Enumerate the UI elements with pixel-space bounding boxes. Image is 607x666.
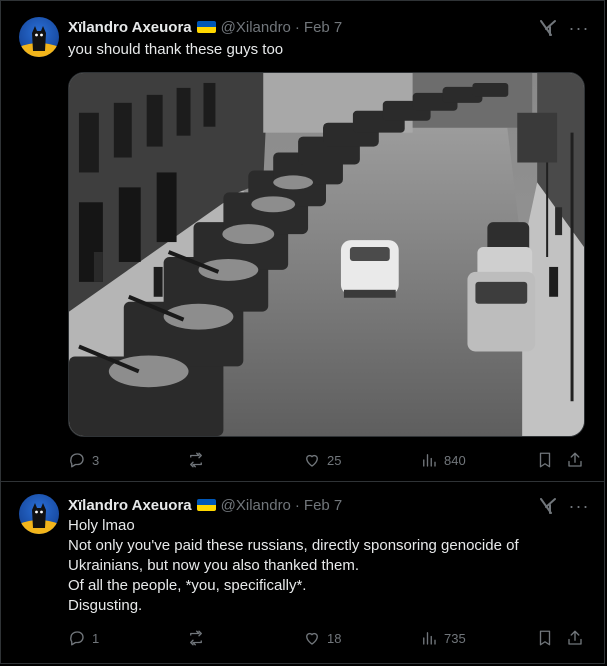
like-count: 18	[327, 630, 342, 646]
reply-icon	[70, 453, 84, 468]
tweet-text-line: Disgusting.	[68, 597, 143, 614]
views-icon	[423, 632, 436, 645]
like-icon	[306, 632, 318, 645]
tweet-header: Xïlandro Axeuora @Xilandro · Feb 7	[68, 495, 342, 515]
tweet-header: Xïlandro Axeuora @Xilandro · Feb 7	[68, 17, 342, 37]
repost-icon	[190, 452, 202, 468]
bookmark-button[interactable]	[536, 628, 554, 648]
bookmark-icon	[539, 630, 551, 646]
avatar[interactable]	[19, 17, 59, 57]
tweet-text: you should thank these guys too	[68, 40, 584, 60]
ukraine-flag-icon	[196, 21, 216, 33]
timeline: Xïlandro Axeuora @Xilandro · Feb 7 ··· y…	[0, 0, 605, 664]
more-icon[interactable]: ···	[568, 19, 590, 41]
like-count: 25	[327, 452, 342, 468]
like-icon	[306, 454, 318, 467]
share-button[interactable]	[566, 450, 584, 470]
share-icon	[568, 630, 582, 645]
reply-count: 1	[92, 630, 100, 646]
tweet-text-line: Ukrainians, but now you also thanked the…	[68, 557, 359, 574]
tweet-date[interactable]: Feb 7	[304, 19, 342, 36]
tweet-photo[interactable]	[68, 72, 585, 437]
tweet-date[interactable]: Feb 7	[304, 497, 342, 514]
author-handle[interactable]: @Xilandro	[221, 19, 291, 36]
separator: ·	[294, 18, 300, 36]
like-button[interactable]: 25	[303, 450, 341, 470]
repost-button[interactable]	[187, 450, 211, 470]
views-count: 735	[444, 630, 466, 646]
tweet-text-line: Holy lmao	[68, 517, 135, 534]
author-name[interactable]: Xïlandro Axeuora	[68, 19, 192, 36]
avatar[interactable]	[19, 494, 59, 534]
grok-icon[interactable]	[538, 496, 558, 516]
ukraine-flag-icon	[196, 499, 216, 511]
reply-button[interactable]: 1	[68, 628, 99, 648]
share-icon	[568, 452, 582, 467]
tweet-text: Holy lmao Not only you've paid these rus…	[68, 516, 584, 616]
tweet-text-line: Of all the people, *you, specifically*.	[68, 577, 307, 594]
bookmark-button[interactable]	[536, 450, 554, 470]
repost-icon	[190, 630, 202, 646]
bookmark-icon	[539, 452, 551, 468]
views-icon	[423, 454, 436, 467]
tweet[interactable]: Xïlandro Axeuora @Xilandro · Feb 7 ··· y…	[1, 1, 604, 482]
author-handle[interactable]: @Xilandro	[221, 497, 291, 514]
tweet-text-line: Not only you've paid these russians, dir…	[68, 537, 519, 554]
views-button[interactable]: 840	[420, 450, 466, 470]
share-button[interactable]	[566, 628, 584, 648]
grok-icon[interactable]	[538, 18, 558, 38]
reply-button[interactable]: 3	[68, 450, 99, 470]
separator: ·	[294, 496, 300, 514]
views-count: 840	[444, 452, 466, 468]
like-button[interactable]: 18	[303, 628, 341, 648]
reply-count: 3	[92, 452, 100, 468]
tweet[interactable]: Xïlandro Axeuora @Xilandro · Feb 7 ··· H…	[1, 482, 604, 665]
repost-button[interactable]	[187, 628, 211, 648]
tweet-actions: 1 18 735	[68, 628, 584, 648]
tweet-text-line: you should thank these guys too	[68, 41, 284, 58]
tweet-actions: 3 25 840	[68, 450, 584, 470]
author-name[interactable]: Xïlandro Axeuora	[68, 497, 192, 514]
reply-icon	[70, 631, 84, 646]
views-button[interactable]: 735	[420, 628, 466, 648]
